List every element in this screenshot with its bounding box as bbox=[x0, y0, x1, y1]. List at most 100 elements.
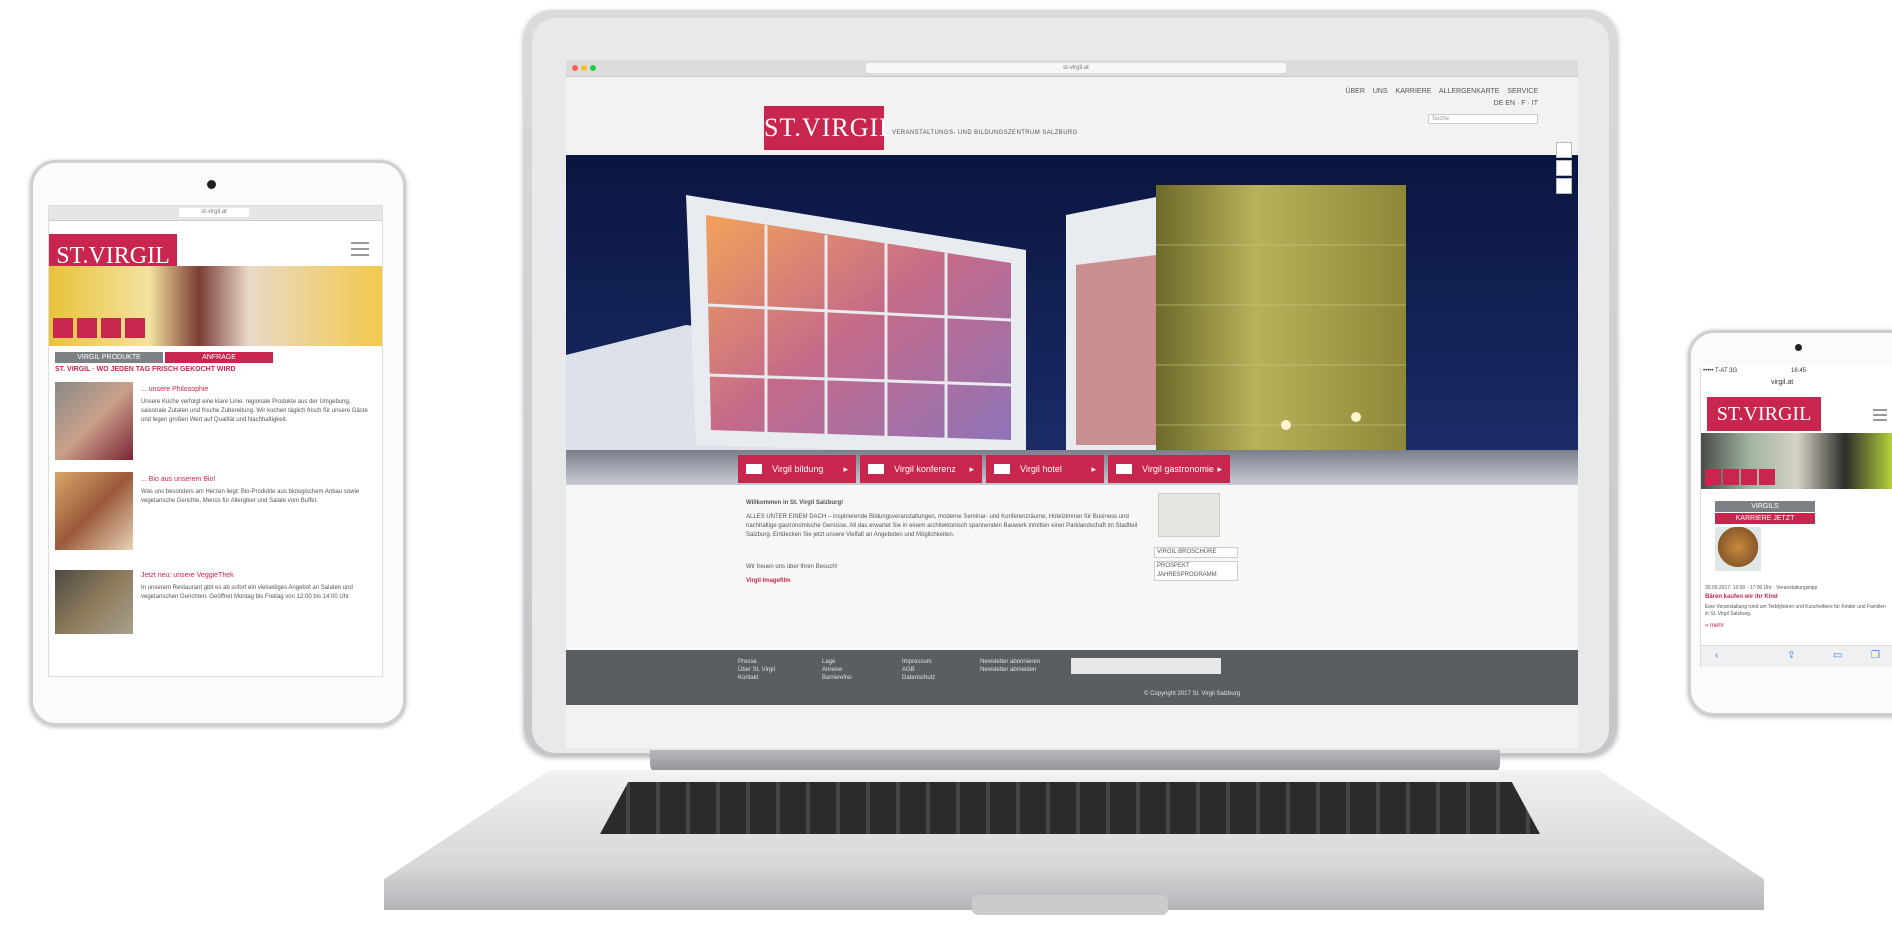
nav-tile-hotel[interactable]: Virgil hotel ▸ bbox=[986, 455, 1104, 483]
cutlery-icon[interactable] bbox=[1759, 469, 1775, 485]
footer-link[interactable]: Barrierefrei bbox=[822, 674, 852, 682]
cutlery-icon[interactable] bbox=[125, 318, 145, 338]
hero-image bbox=[566, 155, 1578, 485]
tablet-camera bbox=[207, 180, 216, 189]
side-link-program[interactable]: PROSPEKT JAHRESPROGRAMM bbox=[1154, 561, 1238, 581]
footer-column: Impressum AGB Datenschutz bbox=[902, 658, 935, 682]
phone-carrier: ••••• T-AT 3G bbox=[1703, 368, 1738, 374]
presenter-icon[interactable] bbox=[77, 318, 97, 338]
hamburger-menu-icon[interactable] bbox=[351, 242, 369, 256]
item-text: In unserem Restaurant gibt es ab sofort … bbox=[141, 585, 353, 600]
nav-tile-label: Virgil konferenz bbox=[894, 464, 956, 474]
tablet-browser-bar: st-virgil.at bbox=[49, 206, 382, 221]
browser-toolbar: st-virgil.at bbox=[566, 60, 1578, 77]
phone-camera bbox=[1795, 344, 1802, 351]
browser-url-bar[interactable]: st-virgil.at bbox=[866, 63, 1286, 73]
nav-tile-label: Virgil hotel bbox=[1020, 464, 1062, 474]
footer-column: Lage Anreise Barrierefrei bbox=[822, 658, 852, 682]
buffet-photo bbox=[55, 472, 133, 550]
top-navigation[interactable]: ÜBER UNS KARRIERE ALLERGENKARTE SERVICE bbox=[1345, 88, 1538, 95]
bed-icon[interactable] bbox=[101, 318, 121, 338]
tab-anfrage[interactable]: ANFRAGE bbox=[165, 352, 273, 363]
item-text: Unsere Küche verfolgt eine klare Linie: … bbox=[141, 399, 368, 423]
bed-icon[interactable] bbox=[1741, 469, 1757, 485]
copyright: © Copyright 2017 St. Virgil Salzburg bbox=[1144, 691, 1241, 697]
laptop-trackpad bbox=[972, 895, 1168, 915]
presenter-icon[interactable] bbox=[1723, 469, 1739, 485]
maximize-window-icon[interactable] bbox=[590, 65, 596, 71]
welcome-text: ALLES UNTER EINEM DACH – inspirierende B… bbox=[746, 514, 1138, 538]
search-input[interactable]: Suche bbox=[1428, 114, 1538, 124]
news-title[interactable]: Bären kaufen wir ihr Kind bbox=[1705, 594, 1778, 600]
veggiethek-photo bbox=[55, 570, 133, 634]
laptop-screen: st-virgil.at ÜBER UNS KARRIERE ALLERGENK… bbox=[566, 60, 1578, 748]
chevron-right-icon: ▸ bbox=[1091, 464, 1096, 474]
tablet-banner-image bbox=[49, 266, 382, 346]
footer-link[interactable]: Newsletter abonnieren bbox=[980, 658, 1040, 666]
footer-link[interactable]: Impressum bbox=[902, 658, 935, 666]
share-icon[interactable]: ⇪ bbox=[1787, 650, 1795, 661]
cutlery-icon bbox=[1116, 464, 1132, 474]
footer-link[interactable]: Newsletter abmelden bbox=[980, 666, 1040, 674]
chevron-right-icon: ▸ bbox=[843, 464, 848, 474]
building-night-photo bbox=[566, 155, 1578, 485]
phone-browser-toolbar: ‹ ⇪ ▭ ❐ bbox=[1701, 645, 1892, 667]
news-date: 30.09.2017, 10:00 - 17:00 Uhr · Veransta… bbox=[1705, 585, 1818, 591]
footer-column: Presse Über St. Virgil Kontakt bbox=[738, 658, 775, 682]
view-icon[interactable] bbox=[1556, 178, 1572, 194]
chevron-right-icon: ▸ bbox=[1217, 464, 1222, 474]
bookmarks-icon[interactable]: ▭ bbox=[1833, 650, 1842, 661]
footer-link[interactable]: Anreise bbox=[822, 666, 852, 674]
phone-button-karriere[interactable]: KARRIERE JETZT bbox=[1715, 513, 1815, 524]
teddy-bear-photo bbox=[1715, 527, 1761, 571]
people-icon bbox=[746, 464, 762, 474]
people-icon[interactable] bbox=[1705, 469, 1721, 485]
nav-tile-label: Virgil bildung bbox=[772, 464, 824, 474]
side-link-brochure[interactable]: VIRGIL BROSCHÜRE bbox=[1154, 547, 1238, 558]
close-window-icon[interactable] bbox=[572, 65, 578, 71]
site-logo[interactable]: ST.VIRGIL bbox=[764, 106, 895, 150]
phone-logo[interactable]: ST.VIRGIL bbox=[1707, 397, 1821, 431]
welcome-sign: Wir freuen uns über Ihren Besuch! bbox=[746, 564, 838, 570]
phone-screen: ••••• T-AT 3G 16:45 virgil.at ST.VIRGIL … bbox=[1700, 367, 1892, 667]
welcome-section: Willkommen in St. Virgil Salzburg! ALLES… bbox=[566, 485, 1578, 650]
presenter-icon bbox=[868, 464, 884, 474]
footer-link[interactable]: Lage bbox=[822, 658, 852, 666]
item-title[interactable]: ... Bio aus unserem Bio! bbox=[141, 476, 215, 483]
imagefilm-link[interactable]: Virgil Imagefilm bbox=[746, 577, 791, 586]
item-title[interactable]: Jetzt neu: unsere VeggieThek bbox=[141, 572, 234, 579]
nav-tile-konferenz[interactable]: Virgil konferenz ▸ bbox=[860, 455, 982, 483]
phone-button-virgils[interactable]: VIRGILS bbox=[1715, 501, 1815, 512]
tab-produkte[interactable]: VIRGIL PRODUKTE bbox=[55, 352, 163, 363]
footer-link[interactable]: Presse bbox=[738, 658, 775, 666]
back-icon[interactable]: ‹ bbox=[1715, 650, 1718, 661]
news-text: Eine Veranstaltung rund um Teddybären un… bbox=[1705, 604, 1886, 617]
site-tagline: VERANSTALTUNGS- UND BILDUNGSZENTRUM SALZ… bbox=[892, 130, 1078, 136]
item-title[interactable]: ... unsere Philosophie bbox=[141, 386, 208, 393]
tabs-icon[interactable]: ❐ bbox=[1871, 650, 1880, 661]
phone-url-bar[interactable]: virgil.at bbox=[1771, 379, 1793, 386]
bed-icon bbox=[994, 464, 1010, 474]
footer-link[interactable]: AGB bbox=[902, 666, 935, 674]
kitchen-photo bbox=[55, 382, 133, 460]
footer-link[interactable]: Datenschutz bbox=[902, 674, 935, 682]
welcome-title: Willkommen in St. Virgil Salzburg! bbox=[746, 500, 844, 506]
chevron-right-icon: ▸ bbox=[969, 464, 974, 474]
settings-icon[interactable] bbox=[1556, 160, 1572, 176]
news-more-link[interactable]: » mehr bbox=[1705, 623, 1724, 629]
certification-logos bbox=[1071, 658, 1221, 674]
footer-link[interactable]: Kontakt bbox=[738, 674, 775, 682]
minimize-window-icon[interactable] bbox=[581, 65, 587, 71]
laptop-keyboard bbox=[600, 782, 1540, 834]
people-icon[interactable] bbox=[53, 318, 73, 338]
nav-tile-bildung[interactable]: Virgil bildung ▸ bbox=[738, 455, 856, 483]
hamburger-menu-icon[interactable] bbox=[1873, 409, 1887, 421]
nav-tile-gastronomie[interactable]: Virgil gastronomie ▸ bbox=[1108, 455, 1230, 483]
language-switch[interactable]: DE EN · F · IT bbox=[1494, 100, 1538, 107]
phone-clock: 16:45 bbox=[1791, 368, 1807, 374]
accessibility-icon[interactable] bbox=[1556, 142, 1572, 158]
footer-link[interactable]: Über St. Virgil bbox=[738, 666, 775, 674]
brochure-image bbox=[1158, 493, 1220, 537]
tablet-url-bar[interactable]: st-virgil.at bbox=[179, 208, 249, 217]
nav-tile-label: Virgil gastronomie bbox=[1142, 464, 1214, 474]
